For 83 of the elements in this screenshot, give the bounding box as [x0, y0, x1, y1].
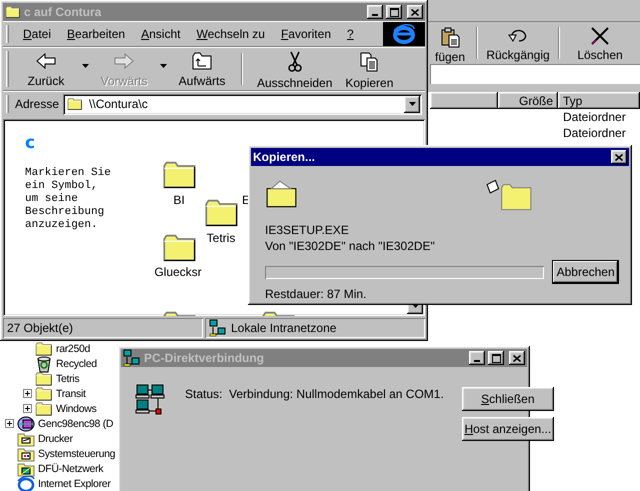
copy-icon	[358, 51, 380, 73]
paste-icon	[439, 26, 461, 48]
close-button[interactable]	[407, 5, 423, 19]
expand-icon[interactable]	[22, 404, 32, 413]
forward-arrow-icon	[113, 51, 135, 71]
status-text: Status: Verbindung: Nullmodemkabel an COM1.	[185, 386, 444, 403]
maximize-button[interactable]	[386, 5, 402, 19]
maximize-button[interactable]	[488, 351, 504, 365]
maximize-icon	[492, 354, 500, 362]
table-cell-text: Dateiordner	[562, 110, 627, 124]
column-header[interactable]: Typ	[558, 92, 640, 109]
folder-heading: c	[25, 133, 36, 153]
folder-label[interactable]: BI	[173, 193, 185, 207]
intranet-icon	[209, 319, 227, 337]
tree-item[interactable]: Drucker	[38, 432, 73, 444]
cancel-button[interactable]: Abbrechen	[552, 260, 619, 284]
recycle-bin-icon	[35, 354, 53, 372]
folder-icon	[35, 340, 53, 358]
blank-column-header[interactable]	[430, 92, 498, 109]
network-drive-icon	[17, 414, 35, 432]
toolbar-button[interactable]: Kopieren	[338, 49, 400, 89]
toolbar-button[interactable]: Rückgängig	[478, 24, 558, 62]
description-text: Markieren Sie ein Symbol, um seine Beschreibung anzuzeigen.	[25, 167, 111, 232]
toolbar-button[interactable]: Aufwärts	[171, 49, 233, 89]
menu-item[interactable]: Favoriten	[272, 25, 339, 43]
menu-item[interactable]: Bearbeiten	[59, 25, 134, 43]
tree-item[interactable]: Recycled	[56, 358, 97, 370]
remaining-time: Restdauer: 87 Min.	[265, 286, 368, 302]
tree-item[interactable]: rar250d	[56, 342, 90, 354]
network-computers-icon	[135, 383, 167, 415]
folder-label[interactable]: Tetris	[206, 231, 236, 245]
up-folder-icon	[191, 51, 213, 71]
status-panel: 27 Objekt(e)	[3, 318, 203, 338]
close-icon	[615, 154, 623, 160]
tree-item[interactable]: Tetris	[56, 372, 80, 384]
caret-icon	[408, 102, 416, 106]
copy-source-target: Von "IE302DE" nach "IE302DE"	[265, 238, 436, 254]
status-panel: Lokale Intranetzone	[205, 318, 425, 338]
folder-icon	[35, 384, 53, 402]
delete-x-icon	[589, 26, 611, 46]
close-button[interactable]	[611, 150, 627, 164]
close-icon	[411, 8, 419, 16]
tree-item[interactable]: Internet Explorer	[38, 478, 111, 490]
folder-icon	[67, 96, 84, 112]
window-title: c auf Contura	[24, 5, 102, 19]
toolbar-button[interactable]: Löschen	[560, 24, 640, 62]
tree-item[interactable]: Genc98enc98 (D	[38, 418, 114, 430]
menu-item[interactable]: ?	[339, 25, 362, 43]
table-cell-text: Dateiordner	[562, 126, 627, 140]
file-name: IE3SETUP.EXE	[265, 222, 350, 238]
minimize-button[interactable]	[367, 5, 383, 19]
close-icon	[513, 354, 521, 362]
tree-item[interactable]: Systemsteuerung	[38, 448, 116, 460]
folder-icon	[35, 400, 53, 418]
caret-icon[interactable]	[82, 64, 88, 68]
dialog-button[interactable]: Schließen	[462, 387, 554, 411]
toolbar-button[interactable]: Ausschneiden	[251, 49, 338, 89]
network-icon	[123, 349, 141, 367]
folder-icon	[35, 370, 53, 388]
dropdown-button[interactable]	[404, 96, 420, 112]
globe-icon	[392, 23, 416, 45]
tree-item[interactable]: DFÜ-Netzwerk	[38, 462, 104, 474]
column-header[interactable]: Größe	[498, 92, 558, 109]
toolbar-button[interactable]: Zurück	[15, 49, 77, 89]
address-label: Adresse	[15, 97, 60, 111]
minimize-button[interactable]	[469, 351, 485, 365]
menu-item[interactable]: Wechseln zu	[188, 25, 273, 43]
expand-icon[interactable]	[4, 419, 14, 428]
address-field[interactable]	[430, 64, 640, 84]
expand-icon[interactable]	[22, 389, 32, 398]
menu-item[interactable]: Datei	[15, 25, 60, 43]
address-field[interactable]: \\Contura\c	[63, 94, 422, 114]
menu-item[interactable]: Ansicht	[133, 25, 188, 43]
maximize-icon	[390, 8, 398, 16]
window-title: PC-Direktverbindung	[144, 351, 266, 365]
window-title: Kopieren...	[253, 150, 316, 164]
close-button[interactable]	[509, 351, 525, 365]
folder-label[interactable]: Gluecksr	[154, 265, 202, 279]
globe-icon	[17, 474, 35, 491]
dialog-button[interactable]: Host anzeigen...	[462, 417, 554, 441]
tree-item[interactable]: Windows	[56, 402, 96, 414]
tree-item[interactable]: Transit	[56, 388, 86, 400]
back-arrow-icon	[35, 51, 57, 71]
